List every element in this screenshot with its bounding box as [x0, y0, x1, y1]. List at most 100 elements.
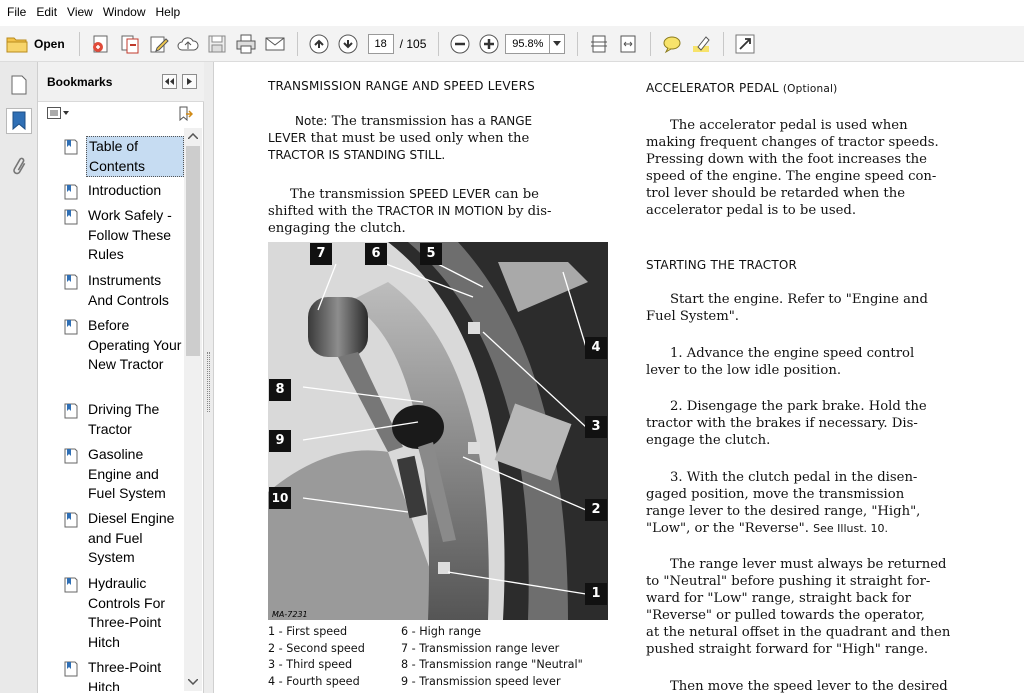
- options-list-icon: [47, 107, 61, 119]
- zoom-dropdown[interactable]: [549, 33, 566, 54]
- bookmark-page-icon: [64, 319, 78, 335]
- collapse-panel-button[interactable]: [162, 74, 177, 89]
- print-button[interactable]: [233, 31, 259, 57]
- caption-list-left: 1 - First speed 2 - Second speed 3 - Thi…: [268, 625, 365, 688]
- bookmark-page-icon: [64, 512, 78, 528]
- chevron-right-icon: [187, 78, 192, 85]
- bookmarks-title: Bookmarks: [47, 75, 113, 89]
- zoom-in-button[interactable]: [476, 31, 502, 57]
- scroll-up-arrow-icon[interactable]: [188, 133, 198, 139]
- fit-page-icon: [591, 35, 608, 52]
- comment-button[interactable]: [659, 31, 685, 57]
- bookmark-item[interactable]: Before Operating Your New Tractor: [64, 316, 184, 375]
- bookmark-page-icon: [64, 577, 78, 593]
- menu-file[interactable]: File: [2, 5, 31, 22]
- toolbar-separator: [296, 31, 298, 56]
- transmission-lever-photo: 7 6 5 4 3 2 1 8 9 10: [268, 242, 608, 620]
- step-1-paragraph: 1. Advance the engine speed control leve…: [646, 346, 915, 378]
- save-button[interactable]: [204, 31, 230, 57]
- bookmark-item[interactable]: Introduction: [64, 181, 184, 201]
- combine-files-icon: [121, 35, 139, 53]
- bookmark-item[interactable]: Three-Point Hitch: [64, 658, 184, 691]
- double-chevron-left-icon: [165, 78, 174, 85]
- bookmark-page-icon: [64, 209, 78, 225]
- toolbar-separator: [577, 31, 579, 56]
- bookmark-page-icon: [64, 403, 78, 419]
- edit-document-icon: [150, 36, 169, 52]
- page-total: / 105: [399, 36, 427, 51]
- envelope-icon: [265, 37, 285, 50]
- chevron-down-icon: [63, 111, 69, 115]
- highlighter-icon: [693, 35, 711, 52]
- lever-illustration: [268, 242, 608, 620]
- bookmark-item[interactable]: Diesel Engine and Fuel System: [64, 509, 184, 568]
- bookmark-options-button[interactable]: [47, 107, 69, 119]
- minus-circle-icon: [450, 34, 470, 53]
- next-page-button[interactable]: [335, 31, 361, 57]
- page-thumbnails-button[interactable]: [6, 72, 32, 98]
- fit-page-button[interactable]: [586, 31, 612, 57]
- expand-icon: [735, 34, 755, 53]
- comment-bubble-icon: [663, 36, 681, 53]
- bookmark-item[interactable]: Instruments And Controls: [64, 271, 184, 310]
- menu-window[interactable]: Window: [98, 5, 151, 22]
- menu-edit[interactable]: Edit: [31, 5, 62, 22]
- bookmarks-tools: [38, 102, 204, 128]
- bookmark-arrow-icon: [179, 106, 194, 122]
- callout-number: 3: [585, 416, 607, 438]
- document-view[interactable]: TRANSMISSION RANGE AND SPEED LEVERS Note…: [215, 62, 1024, 693]
- arrow-up-circle-icon: [309, 34, 329, 53]
- scroll-down-arrow-icon[interactable]: [188, 679, 198, 685]
- callout-number: 2: [585, 499, 607, 521]
- attachments-button[interactable]: [6, 154, 32, 180]
- speed-lever-paragraph-continued: Then move the speed lever to the desired: [670, 679, 948, 693]
- bookmark-item[interactable]: Hydraulic Controls For Three-Point Hitch: [64, 574, 184, 652]
- speed-lever-paragraph: The transmission SPEED LEVER can be shif…: [268, 187, 552, 236]
- bookmark-item[interactable]: Work Safely - Follow These Rules: [64, 206, 184, 265]
- menu-help[interactable]: Help: [151, 5, 186, 22]
- bookmark-page-icon: [64, 139, 78, 155]
- zoom-level-input[interactable]: 95.8%: [505, 33, 550, 54]
- scrollbar-thumb[interactable]: [186, 146, 200, 356]
- bookmark-item[interactable]: Driving The Tractor: [64, 400, 184, 439]
- page-thumbnails-icon: [11, 75, 27, 95]
- expand-panel-button[interactable]: [182, 74, 197, 89]
- callout-number: 5: [420, 243, 442, 265]
- plus-circle-icon: [479, 34, 499, 53]
- note-paragraph: Note: The transmission has a RANGE LEVER…: [268, 114, 533, 162]
- open-button[interactable]: Open: [6, 35, 65, 53]
- bookmark-item[interactable]: Gasoline Engine and Fuel System: [64, 445, 184, 504]
- edit-button[interactable]: [146, 31, 172, 57]
- upload-cloud-button[interactable]: [175, 31, 201, 57]
- save-disk-icon: [208, 35, 226, 52]
- paperclip-icon: [13, 157, 26, 175]
- toolbar-separator: [723, 31, 725, 56]
- arrow-down-circle-icon: [338, 34, 358, 53]
- fullscreen-button[interactable]: [732, 31, 758, 57]
- bookmark-page-icon: [64, 184, 78, 200]
- menu-view[interactable]: View: [62, 5, 98, 22]
- previous-page-button[interactable]: [306, 31, 332, 57]
- bookmarks-scrollbar[interactable]: [184, 128, 202, 691]
- fit-width-button[interactable]: [615, 31, 641, 57]
- combine-button[interactable]: [117, 31, 143, 57]
- create-pdf-button[interactable]: [88, 31, 114, 57]
- start-engine-paragraph: Start the engine. Refer to "Engine and F…: [646, 292, 928, 324]
- splitter-grip: [207, 352, 210, 412]
- highlight-button[interactable]: [688, 31, 714, 57]
- cloud-upload-icon: [177, 36, 199, 50]
- caption-list-right: 6 - High range 7 - Transmission range le…: [401, 625, 583, 688]
- expand-bookmark-button[interactable]: [177, 106, 194, 125]
- chevron-down-icon: [553, 40, 562, 46]
- email-button[interactable]: [262, 31, 288, 57]
- bookmarks-panel-button[interactable]: [6, 108, 32, 134]
- zoom-out-button[interactable]: [447, 31, 473, 57]
- bookmark-item[interactable]: Table of Contents: [64, 136, 184, 177]
- toolbar-separator: [650, 31, 652, 56]
- range-lever-paragraph: The range lever must always be returned …: [646, 557, 951, 657]
- page-number-input[interactable]: 18: [367, 33, 394, 54]
- step-3-paragraph: 3. With the clutch pedal in the disen- g…: [646, 470, 921, 536]
- toolbar-separator: [438, 31, 440, 56]
- panel-splitter[interactable]: [204, 62, 214, 693]
- toolbar-separator: [78, 31, 80, 56]
